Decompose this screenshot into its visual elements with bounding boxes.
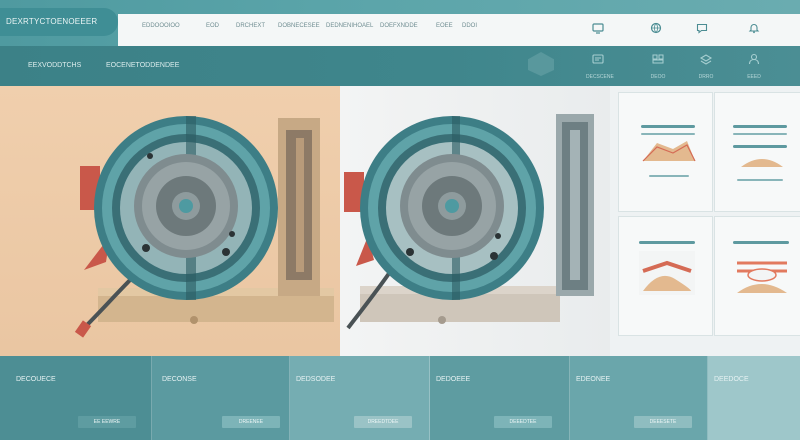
bottom-tile-4[interactable]: DEDOEEE DEEEDTEE <box>430 356 570 440</box>
tile-button[interactable]: DEEESETE <box>634 416 692 428</box>
toolbar-layers[interactable]: DRRO <box>694 52 718 80</box>
user-icon <box>742 52 766 70</box>
settings-icon <box>586 52 610 70</box>
nav-item-4[interactable]: DOBNECESEE <box>278 23 320 29</box>
layers-icon <box>694 52 718 70</box>
globe-icon[interactable] <box>650 22 662 34</box>
thumbnail-mound-icon <box>741 159 783 167</box>
tile-title: DECOUECE <box>16 376 56 383</box>
toolbar-user[interactable]: EEED <box>742 52 766 80</box>
bottom-tile-3[interactable]: DEDSODEE DREEDTDEE <box>290 356 430 440</box>
card-line <box>649 175 689 177</box>
tile-button[interactable]: EE EEWRE <box>78 416 136 428</box>
toolbar-grid-label: DEOO <box>650 74 666 80</box>
toolbar: EEXVODDTCHS EOCENETODDENDEE DECSCENE DEO… <box>0 46 800 86</box>
nav-item-1[interactable]: EDDOOOIOO <box>142 23 180 29</box>
card-line <box>641 133 695 135</box>
preview-card-3[interactable] <box>618 216 713 336</box>
toolbar-grid[interactable]: DEOO <box>646 52 670 80</box>
tile-title: EDEONEE <box>576 376 611 383</box>
card-line <box>639 241 695 244</box>
tile-title: DEEDOCE <box>714 376 749 383</box>
preview-card-2[interactable] <box>714 92 800 212</box>
nav-item-2[interactable]: EOD <box>206 23 219 29</box>
center-illustration-panel <box>340 86 610 356</box>
card-line <box>733 125 787 128</box>
bottom-tile-1[interactable]: DECOUECE EE EEWRE <box>0 356 152 440</box>
app-window: DEXRTYCTOENOEEER EDDOOOIOO EOD DRCHEXT D… <box>0 0 800 440</box>
bottom-tile-6[interactable]: DEEDOCE <box>708 356 800 440</box>
preview-card-1[interactable] <box>618 92 713 212</box>
brand-logo[interactable]: DEXRTYCTOENOEEER <box>0 8 118 36</box>
tile-button[interactable]: DREEDTDEE <box>354 416 412 428</box>
top-bar: DEXRTYCTOENOEEER EDDOOOIOO EOD DRCHEXT D… <box>0 0 800 46</box>
nav-item-3[interactable]: DRCHEXT <box>236 23 265 29</box>
hexagon-icon[interactable] <box>528 52 554 76</box>
toolbar-settings[interactable]: DECSCENE <box>586 52 614 80</box>
brand-name: DEXRTYCTOENOEEER <box>6 17 98 26</box>
nav-item-8[interactable]: DDOI <box>462 23 477 29</box>
card-line <box>733 133 787 135</box>
nav-item-5[interactable]: DEDNENIHOAEL <box>326 23 373 29</box>
nav-item-6[interactable]: DOEFXNDDE <box>380 23 418 29</box>
monitor-icon[interactable] <box>592 22 604 34</box>
chat-icon[interactable] <box>696 22 708 34</box>
card-line <box>737 179 783 181</box>
toolbar-title[interactable]: EOCENETODDENDEE <box>106 62 179 69</box>
toolbar-section-label[interactable]: EEXVODDTCHS <box>28 62 81 69</box>
top-navigation: EDDOOOIOO EOD DRCHEXT DOBNECESEE DEDNENI… <box>118 14 800 46</box>
tile-button[interactable]: DEEEDTEE <box>494 416 552 428</box>
preview-card-4[interactable] <box>714 216 800 336</box>
thumbnail-wave-icon <box>642 141 696 162</box>
toolbar-user-label: EEED <box>747 74 761 80</box>
toolbar-layers-label: DRRO <box>698 74 714 80</box>
thumbnail-landscape-icon <box>639 251 695 295</box>
right-card-grid <box>610 86 800 356</box>
nav-item-7[interactable]: EOEE <box>436 23 453 29</box>
left-illustration-panel <box>0 86 340 356</box>
bottom-tiles: DECOUECE EE EEWRE DECONSE DREENEE DEDSOD… <box>0 356 800 440</box>
circular-saw-illustration <box>74 116 334 338</box>
bottom-tile-5[interactable]: EDEONEE DEEESETE <box>570 356 708 440</box>
bell-icon[interactable] <box>748 22 760 34</box>
circular-saw-illustration-alt <box>344 114 594 330</box>
tile-button[interactable]: DREENEE <box>222 416 280 428</box>
toolbar-settings-label: DECSCENE <box>586 74 614 80</box>
tile-title: DECONSE <box>162 376 197 383</box>
thumbnail-layers-icon <box>737 261 787 293</box>
card-line <box>641 125 695 128</box>
card-line <box>733 241 789 244</box>
card-line <box>733 145 787 148</box>
tile-title: DEDOEEE <box>436 376 471 383</box>
bottom-tile-2[interactable]: DECONSE DREENEE <box>152 356 290 440</box>
grid-icon <box>646 52 670 70</box>
tile-title: DEDSODEE <box>296 376 336 383</box>
